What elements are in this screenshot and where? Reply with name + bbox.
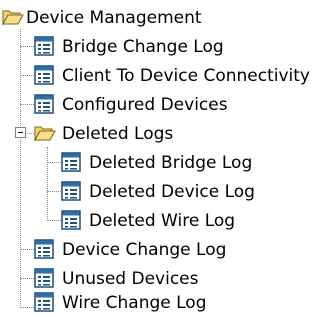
collapse-toggle-deleted-logs[interactable]	[15, 127, 26, 138]
tree-guide-line	[47, 162, 61, 163]
tree-guide-line	[25, 133, 34, 134]
report-icon	[34, 239, 54, 259]
report-icon	[61, 181, 81, 201]
tree-guide-line	[20, 249, 34, 250]
tree-node-label: Deleted Device Log	[89, 181, 255, 202]
tree-guide-line	[47, 147, 48, 221]
tree-node-label: Bridge Change Log	[62, 36, 224, 57]
tree-guide-line	[20, 29, 21, 306]
tree-node-deleted-device-log[interactable]: Deleted Device Log	[61, 177, 255, 206]
tree-node-label: Client To Device Connectivity	[62, 65, 310, 86]
tree-guide-line	[47, 191, 61, 192]
tree-node-label: Deleted Bridge Log	[89, 152, 253, 173]
report-icon	[61, 210, 81, 230]
report-icon	[34, 65, 54, 85]
tree-node-label: Configured Devices	[62, 94, 228, 115]
tree-node-label: Device Management	[26, 7, 202, 28]
tree-guide-line	[47, 220, 61, 221]
tree-node-bridge-change-log[interactable]: Bridge Change Log	[34, 32, 224, 61]
tree-node-label: Wire Change Log	[62, 292, 207, 313]
tree-guide-line	[20, 75, 34, 76]
tree-guide-line	[20, 46, 34, 47]
tree-node-label: Device Change Log	[62, 239, 227, 260]
tree-node-deleted-bridge-log[interactable]: Deleted Bridge Log	[61, 148, 252, 177]
tree-node-client-to-device-connectivity[interactable]: Client To Device Connectivity	[34, 61, 310, 90]
tree-node-deleted-logs[interactable]: Deleted Logs	[34, 119, 173, 148]
report-icon	[34, 94, 54, 114]
report-icon	[34, 292, 54, 312]
tree-node-device-change-log[interactable]: Device Change Log	[34, 235, 226, 264]
report-icon	[34, 268, 54, 288]
tree-node-device-management[interactable]: Device Management	[0, 3, 202, 32]
folder-open-icon	[34, 126, 56, 142]
tree-guide-line	[20, 278, 34, 279]
tree-node-wire-change-log[interactable]: Wire Change Log	[34, 288, 207, 317]
tree-node-configured-devices[interactable]: Configured Devices	[34, 90, 228, 119]
tree-guide-line	[20, 104, 34, 105]
tree-node-label: Deleted Logs	[62, 123, 174, 144]
folder-open-icon	[2, 10, 24, 26]
tree-guide-line	[20, 307, 34, 308]
report-icon	[34, 36, 54, 56]
device-management-tree: Device Management Bridge Change Log Clie	[0, 0, 330, 318]
tree-node-deleted-wire-log[interactable]: Deleted Wire Log	[61, 206, 235, 235]
tree-node-label: Unused Devices	[62, 268, 199, 289]
tree-node-label: Deleted Wire Log	[89, 210, 236, 231]
report-icon	[61, 152, 81, 172]
